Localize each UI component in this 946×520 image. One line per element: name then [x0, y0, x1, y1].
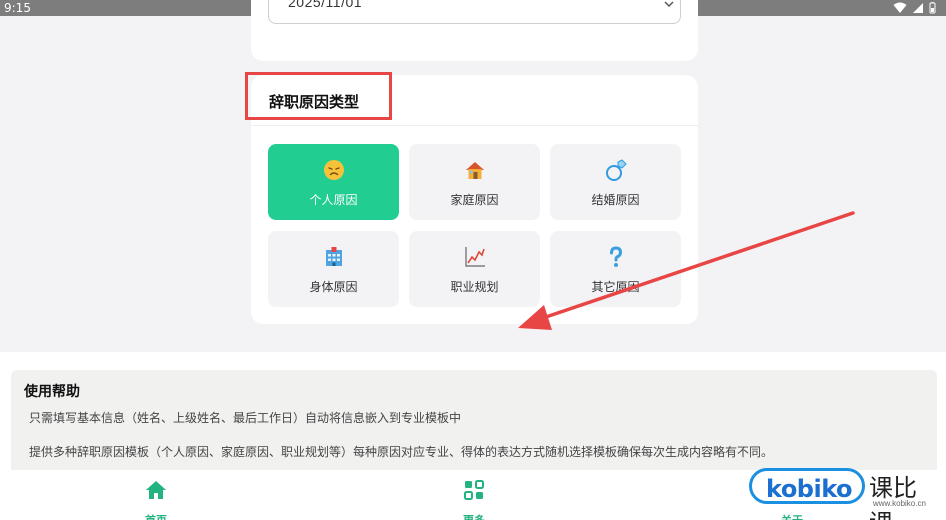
annotation-arrow: [518, 211, 855, 330]
